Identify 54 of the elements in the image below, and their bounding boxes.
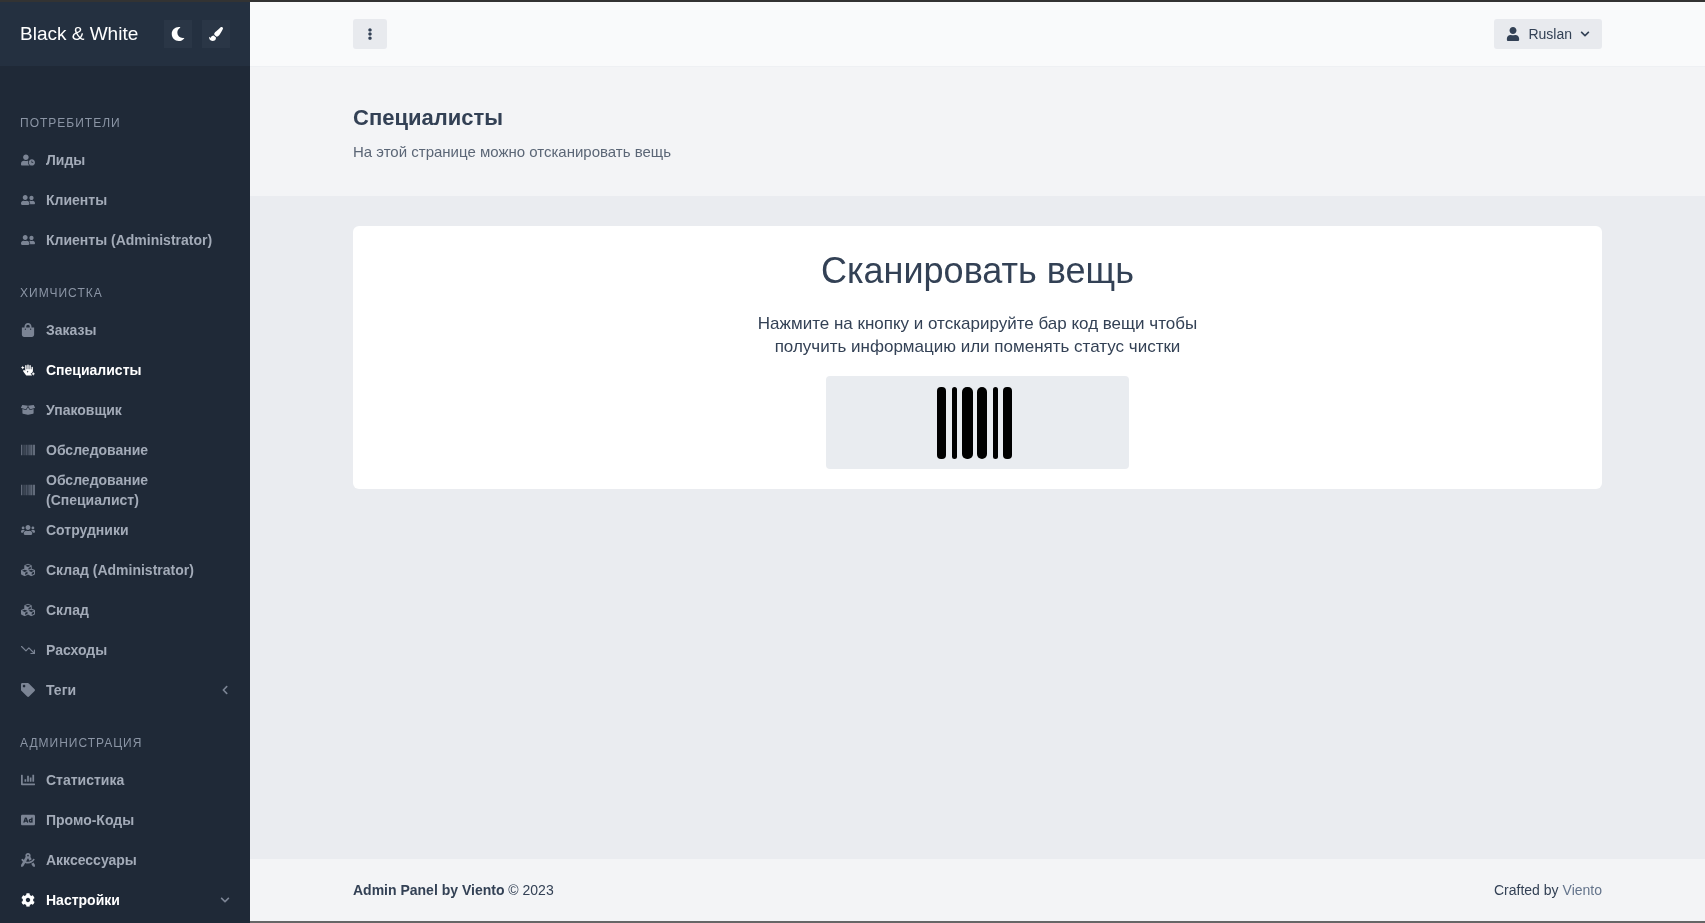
page-subtitle: На этой странице можно отсканировать вещь — [353, 143, 672, 160]
sidebar-item[interactable]: Обследование (Специалист) — [0, 470, 250, 510]
footer-credit: Crafted by — [1493, 882, 1559, 898]
users-icon — [20, 233, 36, 247]
sidebar-item[interactable]: Заказы — [0, 310, 250, 350]
user-menu-button[interactable]: Ruslan — [1494, 19, 1602, 49]
cubes-icon — [20, 603, 36, 617]
chevron-icon — [1580, 29, 1590, 39]
sidebar-item[interactable]: Лиды — [0, 140, 250, 180]
compass-icon — [20, 853, 36, 867]
bar-chart-icon — [20, 773, 36, 787]
sidebar-item[interactable]: Специалисты — [0, 350, 250, 390]
section-title: ПОТРЕБИТЕЛИ — [19, 115, 122, 132]
gear-icon — [20, 893, 36, 907]
ad-icon — [20, 813, 36, 827]
bag-icon — [20, 323, 36, 337]
section-title: ХИМЧИСТКА — [19, 285, 104, 302]
sidebar-item[interactable]: Промо-Коды — [0, 800, 250, 840]
sidebar-item[interactable]: Клиенты — [0, 180, 250, 220]
barcode-icon — [20, 483, 36, 497]
sidebar-item[interactable]: Расходы — [0, 630, 250, 670]
footer-link[interactable]: Viento — [1562, 882, 1602, 898]
sidebar-item[interactable]: Склад (Administrator) — [0, 550, 250, 590]
sidebar-item[interactable]: Акксессуары — [0, 840, 250, 880]
users-icon — [20, 193, 36, 207]
sidebar-item[interactable]: Упаковщик — [0, 390, 250, 430]
barcode-icon — [20, 443, 36, 457]
cubes-icon — [20, 563, 36, 577]
sidebar-item[interactable]: Статистика — [0, 760, 250, 800]
user-clock-icon — [20, 153, 36, 167]
sidebar-item[interactable]: Сотрудники — [0, 510, 250, 550]
chevron-icon — [220, 685, 230, 695]
card-title: Сканировать вещь — [821, 250, 1134, 292]
sidebar-item[interactable]: Обследование — [0, 430, 250, 470]
user-icon — [1506, 27, 1521, 41]
brush-icon[interactable] — [202, 20, 230, 48]
moon-icon[interactable] — [164, 20, 192, 48]
card-text: Нажмите на кнопку и отскарируйте бар код вещи чтобы получить информацию или поменять статус чистки — [756, 313, 1199, 358]
hand-icon — [20, 363, 36, 377]
footer-copyright: Admin Panel by Viento © 2023 — [353, 882, 554, 898]
scan-button[interactable] — [826, 376, 1129, 469]
trend-down-icon — [20, 643, 36, 657]
sidebar-item[interactable]: Клиенты (Administrator) — [0, 220, 250, 260]
brand-title: Black & White — [20, 23, 140, 45]
sidebar-item[interactable]: Теги — [0, 670, 250, 710]
page-title: Специалисты — [353, 105, 504, 131]
tag-icon — [20, 683, 36, 697]
section-title: АДМИНИСТРАЦИЯ — [19, 735, 144, 752]
menu-button[interactable] — [353, 19, 387, 49]
sidebar-item[interactable]: Склад — [0, 590, 250, 630]
sidebar-item[interactable]: Настройки — [0, 880, 250, 920]
box-icon — [20, 403, 36, 417]
users-icon — [20, 523, 36, 537]
chevron-icon — [220, 895, 230, 905]
